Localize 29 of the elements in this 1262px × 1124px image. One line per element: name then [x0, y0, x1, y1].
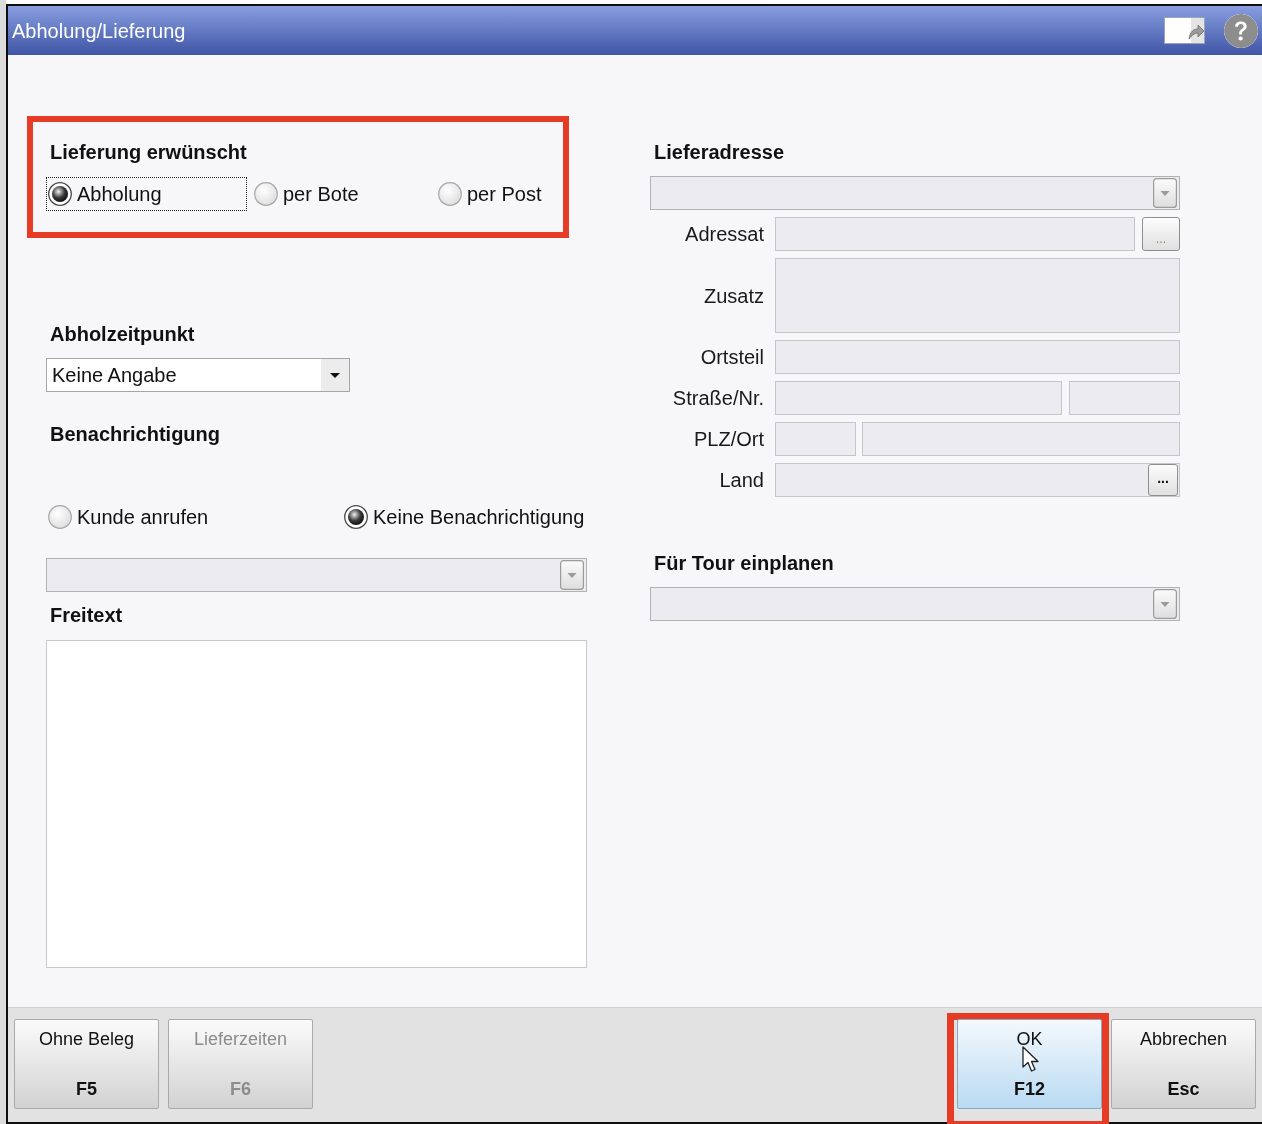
caret-down-icon: [1153, 589, 1177, 619]
mouse-pointer-icon: [1022, 1046, 1040, 1073]
field-label: Ortsteil: [700, 345, 764, 370]
radio-button[interactable]: Keine Benachrichtigung: [342, 500, 590, 534]
field-label: PLZ/Ort: [694, 427, 764, 452]
radio-button[interactable]: Kunde anrufen: [46, 500, 342, 534]
action-button[interactable]: OK F12: [957, 1019, 1102, 1109]
section-heading: Lieferadresse: [654, 140, 785, 165]
field-label: Adressat: [685, 222, 764, 247]
section-heading: Für Tour einplanen: [654, 551, 834, 576]
field-label: Straße/Nr.: [672, 386, 764, 411]
caret-down-icon: [1153, 178, 1177, 208]
caret-down-icon: [560, 560, 584, 590]
dropdown-field[interactable]: Keine Angabe: [46, 358, 350, 392]
text-area[interactable]: [46, 640, 587, 968]
section-heading: Lieferung erwünscht: [50, 140, 247, 165]
field-label: Zusatz: [703, 283, 764, 309]
section-heading: Abholzeitpunkt: [50, 322, 195, 347]
section-heading: Benachrichtigung: [50, 422, 220, 447]
section-heading: Freitext: [50, 603, 123, 628]
action-button[interactable]: Ohne Beleg F5: [14, 1019, 159, 1109]
field-label: Land: [719, 468, 764, 493]
radio-button[interactable]: per Post: [436, 177, 547, 211]
help-icon[interactable]: [1224, 13, 1258, 48]
radio-button[interactable]: Abholung: [46, 177, 247, 211]
action-button[interactable]: Abbrechen Esc: [1111, 1019, 1256, 1109]
radio-button[interactable]: per Bote: [252, 177, 431, 211]
window-title: Abholung/Lieferung: [12, 18, 186, 44]
caret-down-icon: [321, 359, 349, 391]
